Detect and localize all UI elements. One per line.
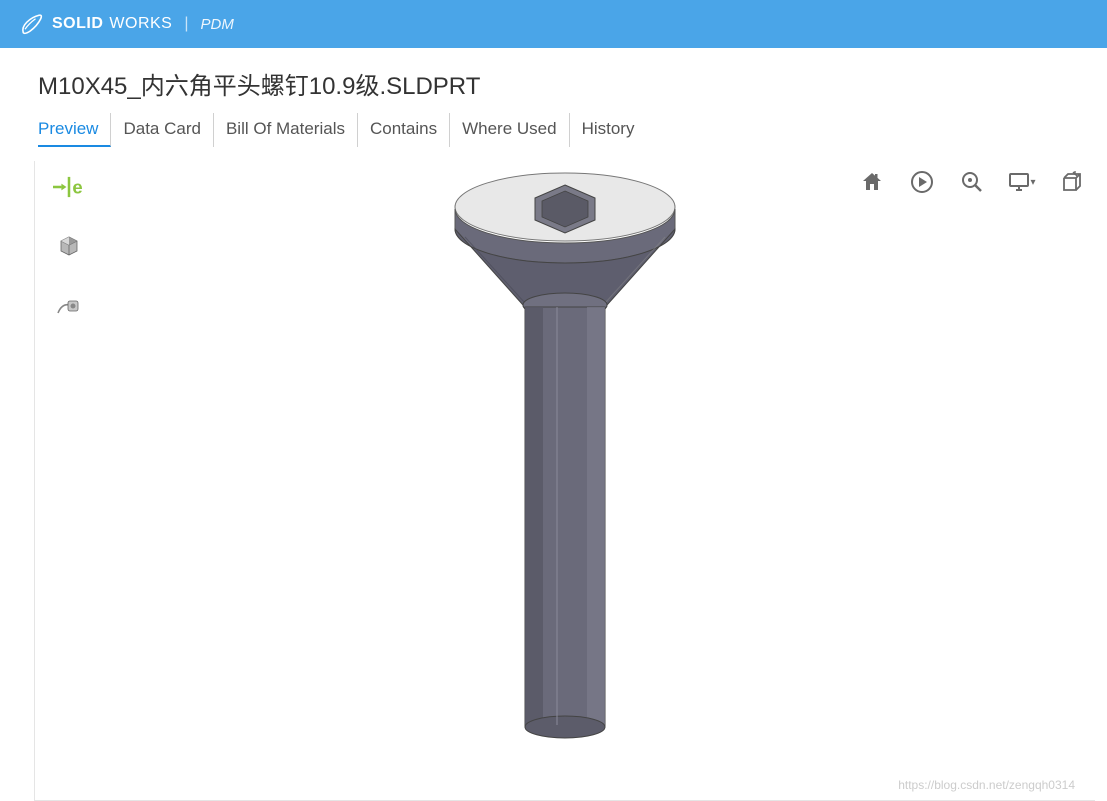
home-icon xyxy=(860,170,884,194)
markup-icon xyxy=(56,295,82,319)
component-icon xyxy=(57,235,81,259)
app-logo: SOLID WORKS | PDM xyxy=(18,10,234,38)
left-toolbar: e xyxy=(53,171,85,323)
brand-text-light: WORKS xyxy=(109,15,172,33)
tab-bill-of-materials[interactable]: Bill Of Materials xyxy=(214,113,358,147)
zoom-tool[interactable] xyxy=(957,167,987,197)
play-icon xyxy=(910,170,934,194)
preview-pane: e xyxy=(34,161,1095,801)
markup-tool[interactable] xyxy=(53,291,85,323)
chevron-down-icon: ▾ xyxy=(1030,177,1035,188)
brand-divider: | xyxy=(184,15,188,33)
box-icon xyxy=(1060,170,1084,194)
solidworks-logo-icon xyxy=(18,10,46,38)
tab-where-used[interactable]: Where Used xyxy=(450,113,569,147)
component-tool[interactable] xyxy=(53,231,85,263)
file-name: M10X45_内六角平头螺钉10.9级.SLDPRT xyxy=(0,48,1107,113)
tab-data-card[interactable]: Data Card xyxy=(111,113,213,147)
edrawings-icon: e xyxy=(53,173,85,201)
right-toolbar: ▾ xyxy=(857,167,1087,197)
display-tool[interactable]: ▾ xyxy=(1007,167,1037,197)
display-icon xyxy=(1008,170,1032,194)
3d-model-viewport[interactable] xyxy=(425,165,705,765)
box-tool[interactable] xyxy=(1057,167,1087,197)
zoom-icon xyxy=(960,170,984,194)
watermark-text: https://blog.csdn.net/zengqh0314 xyxy=(898,778,1075,792)
app-header: SOLID WORKS | PDM xyxy=(0,0,1107,48)
product-name: PDM xyxy=(201,16,234,33)
tab-history[interactable]: History xyxy=(570,113,647,147)
home-tool[interactable] xyxy=(857,167,887,197)
play-tool[interactable] xyxy=(907,167,937,197)
tab-bar: Preview Data Card Bill Of Materials Cont… xyxy=(0,113,1107,147)
svg-text:e: e xyxy=(72,177,82,198)
tab-preview[interactable]: Preview xyxy=(38,113,111,147)
edrawings-tool[interactable]: e xyxy=(53,171,85,203)
tab-contains[interactable]: Contains xyxy=(358,113,450,147)
brand-text-bold: SOLID xyxy=(52,15,103,33)
